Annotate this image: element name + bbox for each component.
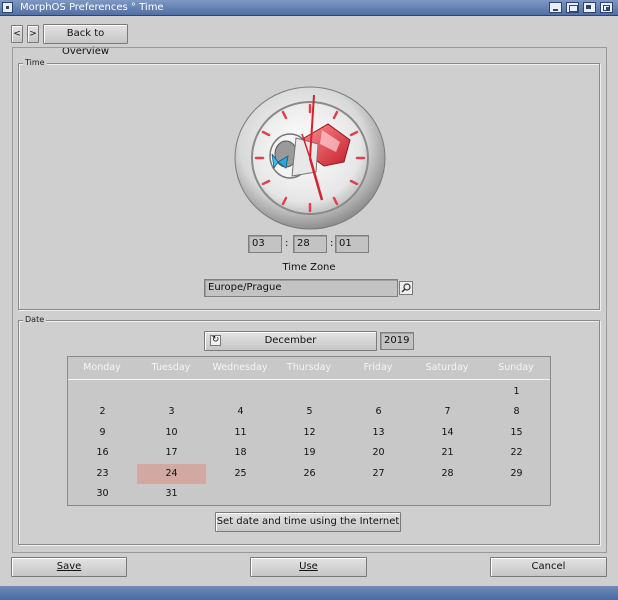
- set-date-internet-button[interactable]: Set date and time using the Internet: [215, 512, 401, 532]
- date-group-legend: Date: [23, 315, 47, 325]
- calendar-day[interactable]: 9: [68, 423, 137, 443]
- cancel-label: Cancel: [531, 561, 566, 572]
- snapshot-icon[interactable]: [566, 2, 579, 13]
- hours-field[interactable]: 03: [248, 235, 282, 253]
- calendar-day[interactable]: 25: [206, 464, 275, 484]
- depth-icon[interactable]: [600, 2, 613, 13]
- weekday-3: Thursday: [286, 362, 332, 373]
- back-to-overview-button[interactable]: Back to Overview: [43, 24, 128, 57]
- calendar-day[interactable]: 16: [68, 443, 137, 463]
- minutes-seconds-separator: :: [330, 238, 334, 249]
- calendar-day[interactable]: 14: [413, 423, 482, 443]
- window-title: MorphOS Preferences ° Time: [20, 2, 164, 13]
- zoom-icon[interactable]: [583, 2, 596, 13]
- calendar-header: Monday Tuesday Wednesday Thursday Friday Satu…: [68, 357, 550, 379]
- year-field[interactable]: 2019: [380, 332, 414, 350]
- calendar-day[interactable]: 13: [344, 423, 413, 443]
- weekday-6: Sunday: [498, 362, 534, 373]
- calendar-day[interactable]: 29: [482, 464, 551, 484]
- time-group-legend: Time: [23, 58, 47, 68]
- next-arrow-button[interactable]: >: [27, 25, 39, 43]
- calendar-day[interactable]: 6: [344, 402, 413, 422]
- calendar-day[interactable]: 2: [68, 402, 137, 422]
- calendar-day[interactable]: 5: [275, 402, 344, 422]
- calendar-day[interactable]: 20: [344, 443, 413, 463]
- calendar-day[interactable]: 27: [344, 464, 413, 484]
- save-label: Save: [56, 561, 82, 572]
- calendar-day[interactable]: 3: [137, 402, 206, 422]
- seconds-field[interactable]: 01: [335, 235, 369, 253]
- timezone-search-button[interactable]: [399, 281, 413, 295]
- calendar-day[interactable]: 10: [137, 423, 206, 443]
- calendar-header-divider: [68, 379, 550, 380]
- calendar-day[interactable]: 28: [413, 464, 482, 484]
- use-label: Use: [299, 561, 318, 572]
- calendar-day[interactable]: 12: [275, 423, 344, 443]
- close-icon[interactable]: [2, 2, 13, 13]
- calendar-day[interactable]: 31: [137, 484, 206, 504]
- calendar-day[interactable]: 8: [482, 402, 551, 422]
- calendar-day[interactable]: 24: [137, 463, 206, 484]
- calendar-day[interactable]: 21: [413, 443, 482, 463]
- weekday-1: Tuesday: [151, 362, 191, 373]
- calendar-day[interactable]: 26: [275, 464, 344, 484]
- calendar-day[interactable]: 15: [482, 423, 551, 443]
- use-button[interactable]: Use: [250, 557, 367, 577]
- clock-icon: [234, 86, 386, 230]
- iconify-icon[interactable]: [549, 2, 562, 13]
- calendar-day[interactable]: 22: [482, 443, 551, 463]
- title-bar[interactable]: MorphOS Preferences ° Time: [0, 0, 618, 16]
- magnifier-icon: [401, 283, 411, 293]
- month-cycle-button[interactable]: ↻ December: [204, 331, 377, 351]
- set-date-internet-label: Set date and time using the Internet: [216, 516, 400, 527]
- hours-minutes-separator: :: [285, 238, 289, 249]
- calendar-day[interactable]: 18: [206, 443, 275, 463]
- month-label: December: [264, 335, 317, 346]
- preferences-window: MorphOS Preferences ° Time < > Back to O…: [0, 0, 618, 600]
- calendar-day[interactable]: 7: [413, 402, 482, 422]
- calendar-day[interactable]: 23: [68, 464, 137, 484]
- calendar-day[interactable]: 30: [68, 484, 137, 504]
- weekday-0: Monday: [83, 362, 121, 373]
- calendar-day[interactable]: 4: [206, 402, 275, 422]
- weekday-2: Wednesday: [212, 362, 268, 373]
- cancel-button[interactable]: Cancel: [490, 557, 607, 577]
- calendar-day[interactable]: 1: [482, 382, 551, 402]
- calendar-grid: Monday Tuesday Wednesday Thursday Friday Satu…: [67, 356, 551, 506]
- minutes-field[interactable]: 28: [293, 235, 327, 253]
- weekday-5: Saturday: [425, 362, 469, 373]
- calendar-day[interactable]: 11: [206, 423, 275, 443]
- cycle-icon: ↻: [210, 335, 221, 346]
- calendar-day[interactable]: 17: [137, 443, 206, 463]
- window-bottom-bar: [0, 586, 618, 600]
- save-button[interactable]: Save: [11, 557, 127, 577]
- timezone-label: Time Zone: [282, 262, 336, 273]
- calendar-day[interactable]: 19: [275, 443, 344, 463]
- weekday-4: Friday: [363, 362, 393, 373]
- timezone-field[interactable]: Europe/Prague: [204, 279, 398, 297]
- previous-arrow-button[interactable]: <: [11, 25, 23, 43]
